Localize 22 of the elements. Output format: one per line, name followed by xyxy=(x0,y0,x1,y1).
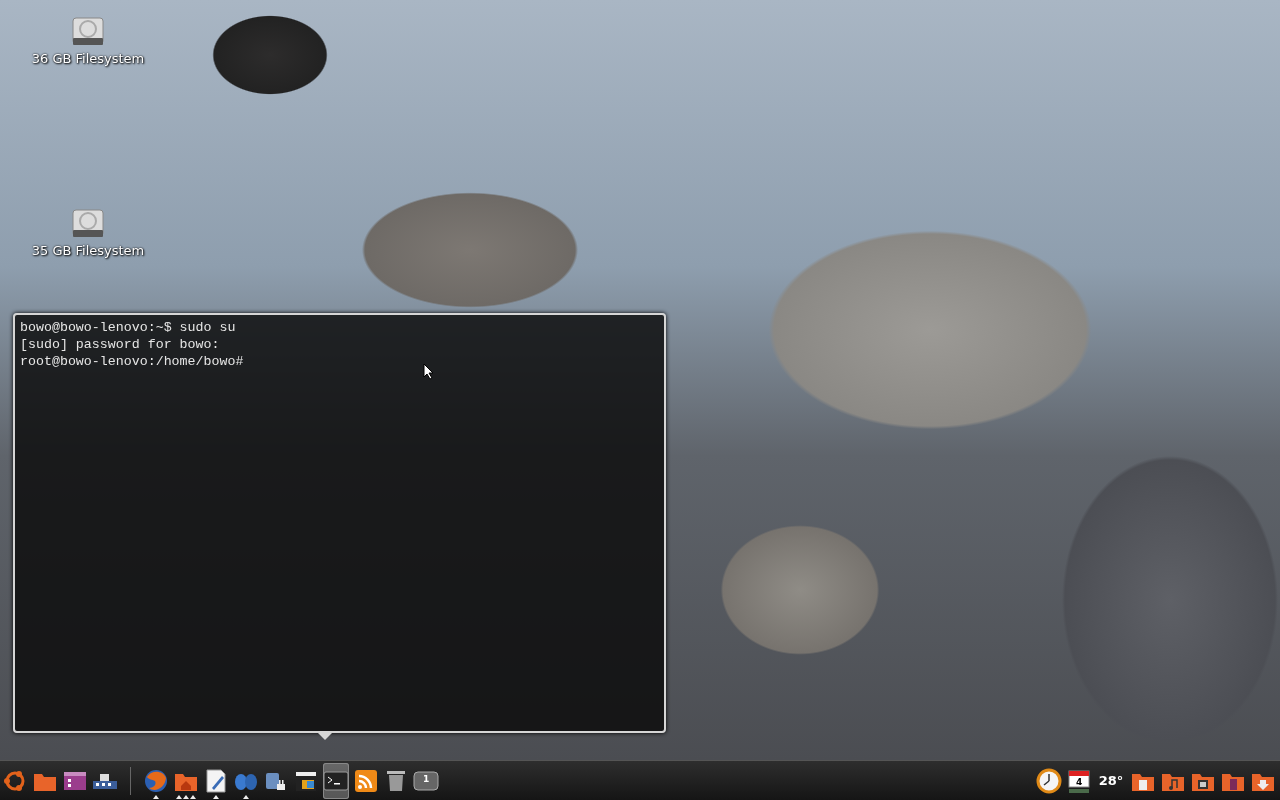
terminal-line: [sudo] password for bowo: xyxy=(20,336,221,353)
globe-icon xyxy=(143,767,169,794)
hard-drive-icon xyxy=(71,209,105,239)
text-editor-icon xyxy=(203,767,229,794)
hard-drive-icon xyxy=(71,17,105,47)
terminal-launcher[interactable] xyxy=(323,762,349,799)
icon-label: 35 GB Filesystem xyxy=(31,242,145,260)
terminal-line: root@bowo-lenovo:/home/bowo# xyxy=(20,353,245,370)
mouse-pointer-icon xyxy=(423,363,434,380)
icon-label: 36 GB Filesystem xyxy=(31,50,145,68)
clock-icon xyxy=(1036,767,1062,794)
workspace-switcher-launcher[interactable]: 1 xyxy=(413,762,439,799)
running-indicator xyxy=(213,794,219,799)
terminal-line: bowo@bowo-lenovo:~$ sudo su xyxy=(20,319,237,336)
badge-number: 1 xyxy=(423,774,430,784)
rss-feed-icon xyxy=(353,767,379,794)
running-indicator xyxy=(153,794,159,799)
running-indicator xyxy=(243,794,249,799)
calendar-icon xyxy=(1066,767,1092,794)
calendar-launcher[interactable]: 4 xyxy=(1066,762,1092,799)
temperature-text[interactable]: 28° xyxy=(1096,762,1126,799)
badge-number: 4 xyxy=(1076,777,1083,787)
